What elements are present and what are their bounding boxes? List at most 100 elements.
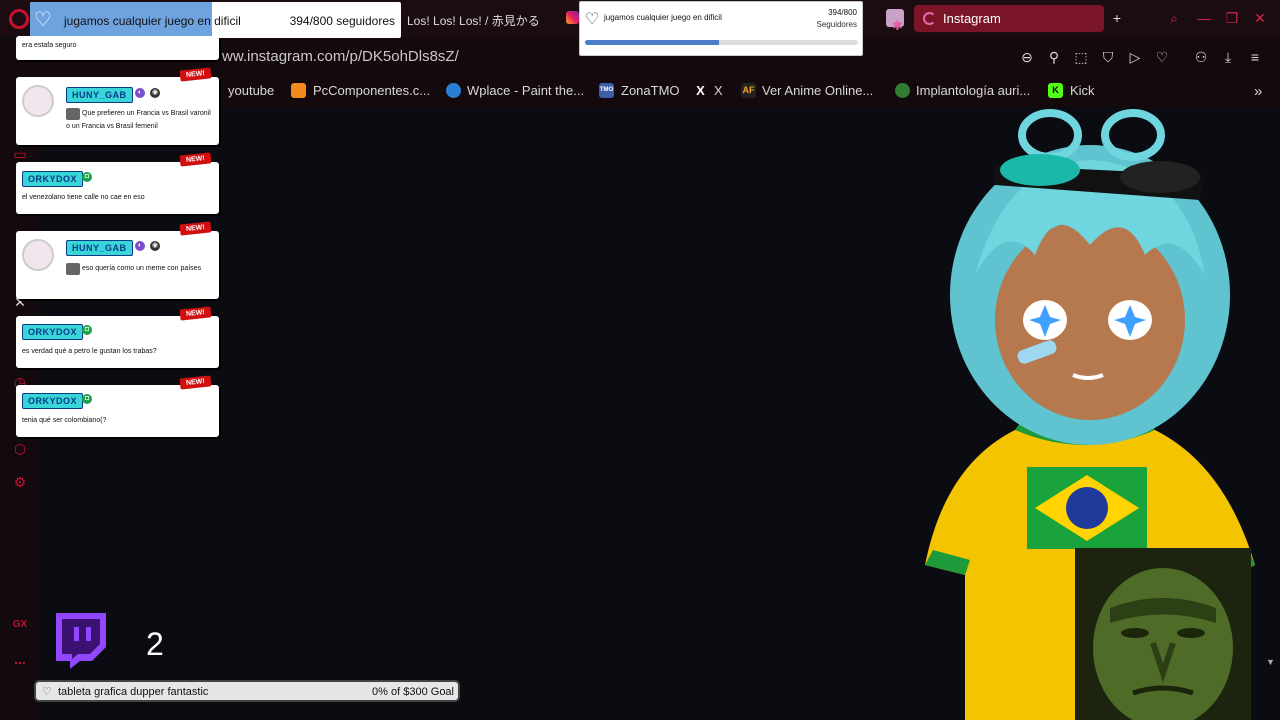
new-tab-button[interactable]: + <box>1109 10 1125 26</box>
avatar <box>22 239 54 271</box>
heart-icon: ♡ <box>34 9 52 31</box>
tab-instagram[interactable]: Instagram <box>914 5 1104 32</box>
more-side-icon[interactable]: ... <box>11 650 29 668</box>
twitch-side-icon[interactable]: ▭ <box>11 145 29 163</box>
bookmarks-overflow-icon[interactable]: » <box>1254 83 1262 100</box>
verified-badge-icon: ◘ <box>82 394 92 404</box>
hair-loop-right <box>1101 109 1165 161</box>
follower-progress-fill <box>585 40 719 45</box>
goal-label: tableta grafica dupper fantastic <box>58 686 209 698</box>
stream-counter: 2 <box>146 626 164 662</box>
goal-amount: 0% of $300 Goal <box>372 686 454 698</box>
close-window-button[interactable]: ✕ <box>1252 10 1268 26</box>
bookmark-pccomponentes[interactable]: PcComponentes.c... <box>313 83 430 98</box>
chat-username: ORKYDOX <box>22 171 84 187</box>
chat-message: NEW! HUNY_GAB ◐ ◉ eso quería como un mem… <box>16 221 219 299</box>
follower-progress-bar <box>585 40 858 45</box>
new-badge: NEW! <box>179 306 212 321</box>
pccomponentes-icon <box>291 83 306 98</box>
chat-message-text: era estafa seguro <box>22 42 77 49</box>
chat-message-text: tenia qué ser colombiano(? <box>22 417 107 424</box>
flag-globe <box>1066 487 1108 529</box>
chat-message: NEW! ORKYDOX ◘ tenia qué ser colombiano(… <box>16 375 219 437</box>
download-icon[interactable]: ⤓ <box>1219 48 1237 66</box>
instagram-favicon-icon[interactable] <box>566 11 579 24</box>
verified-badge-icon: ◘ <box>82 325 92 335</box>
follower-goal-title: jugamos cualquier juego en dificil <box>604 13 722 22</box>
bookmark-wplace[interactable]: Wplace - Paint the... <box>467 83 584 98</box>
cursor-icon: ✱ <box>892 18 903 33</box>
eye-shadow-right <box>1177 628 1205 638</box>
chat-message: NEW! HUNY_GAB ◐ ◉ Que prefieren un Franc… <box>16 67 219 145</box>
zonatmo-icon: TMO <box>599 83 614 98</box>
loading-spinner-icon <box>923 12 936 25</box>
pin-icon[interactable]: ⚲ <box>1045 48 1063 66</box>
chat-message-text: el venezolano tiene calle no cae en eso <box>22 194 145 201</box>
shield-icon[interactable]: ⛉ <box>1099 48 1117 66</box>
verified-badge-icon: ◘ <box>82 172 92 182</box>
follower-goal-title: jugamos cualquier juego en dificil <box>64 14 241 28</box>
chat-username: ORKYDOX <box>22 393 84 409</box>
chat-message: NEW! ORKYDOX ◘ el venezolano tiene calle… <box>16 152 219 214</box>
follower-goal-count: 394/800 seguidores <box>289 14 395 28</box>
chat-message-text: eso quería como un meme con países <box>82 265 202 272</box>
new-badge: NEW! <box>179 375 212 390</box>
follower-goal-count: 394/800 <box>828 8 857 17</box>
animeflv-icon: AF <box>741 83 756 98</box>
bookmark-implantologia[interactable]: Implantología auri... <box>916 83 1030 98</box>
chat-message: NEW! ORKYDOX ◘ es verdad qué a petro le … <box>16 306 219 368</box>
webcam-overlay <box>1075 548 1251 720</box>
mod-badge-icon: ◉ <box>150 88 160 98</box>
chat-message-text: Que prefieren un Francia vs Brasil varon… <box>66 110 211 130</box>
sub-badge-icon: ◐ <box>135 88 145 98</box>
hair-loop-left <box>1018 109 1082 161</box>
heart-icon: ♡ <box>585 11 600 28</box>
chat-message-text: es verdad qué a petro le gustan los trab… <box>22 348 157 355</box>
minimize-button[interactable]: — <box>1196 10 1212 26</box>
bookmark-kick[interactable]: Kick <box>1070 83 1095 98</box>
snapshot-icon[interactable]: ⬚ <box>1072 48 1090 66</box>
tab-instagram-label: Instagram <box>943 11 1001 26</box>
implantologia-icon <box>895 83 910 98</box>
url-field[interactable]: ww.instagram.com/p/DK5ohDls8sZ/ <box>222 48 459 65</box>
follower-goal-widget-small: ♡ jugamos cualquier juego en dificil 394… <box>579 1 863 56</box>
new-badge: NEW! <box>179 221 212 236</box>
scroll-down-icon[interactable]: ▼ <box>1266 657 1275 667</box>
x-logo-icon: X <box>696 83 705 98</box>
new-badge: NEW! <box>179 152 212 167</box>
sub-badge-icon: ◐ <box>135 241 145 251</box>
gx-control-icon[interactable]: GX <box>11 616 29 634</box>
follower-goal-unit: Seguidores <box>816 20 857 29</box>
tab-los-los-los[interactable]: Los! Los! Los! / 赤見かる <box>407 12 540 29</box>
chat-username: HUNY_GAB <box>66 240 133 256</box>
follower-goal-widget: ♡ jugamos cualquier juego en dificil 394… <box>30 2 401 38</box>
chat-username: ORKYDOX <box>22 324 84 340</box>
profile-icon[interactable]: ⚇ <box>1192 48 1210 66</box>
search-tabs-icon[interactable]: ⌕ <box>1166 10 1182 26</box>
zoom-icon[interactable]: ⊖ <box>1018 48 1036 66</box>
bookmark-ver-anime[interactable]: Ver Anime Online... <box>762 83 873 98</box>
sunglasses-lens-left <box>1000 154 1080 186</box>
bookmark-x[interactable]: X <box>714 83 723 98</box>
maximize-button[interactable]: ❐ <box>1224 10 1240 26</box>
bookmark-zonatmo[interactable]: ZonaTMO <box>621 83 680 98</box>
heart-icon[interactable]: ♡ <box>1153 48 1171 66</box>
sunglasses-lens-right <box>1120 161 1200 193</box>
heart-icon: ♡ <box>42 686 52 698</box>
kick-icon: K <box>1048 83 1063 98</box>
donation-goal-bar: ♡ tableta grafica dupper fantastic 0% of… <box>34 680 460 702</box>
eye-shadow-left <box>1121 628 1149 638</box>
bookmark-youtube[interactable]: youtube <box>228 83 274 98</box>
new-badge: NEW! <box>179 67 212 82</box>
chat-username: HUNY_GAB <box>66 87 133 103</box>
twitch-logo-icon <box>56 613 106 669</box>
chat-message: era estafa seguro <box>16 36 219 60</box>
avatar <box>22 85 54 117</box>
menu-icon[interactable]: ≡ <box>1246 48 1264 66</box>
play-icon[interactable]: ▷ <box>1126 48 1144 66</box>
globe-icon <box>446 83 461 98</box>
settings-side-icon[interactable]: ⚙ <box>11 473 29 491</box>
mod-badge-icon: ◉ <box>150 241 160 251</box>
extensions-side-icon[interactable]: ⬡ <box>11 440 29 458</box>
opera-logo-icon[interactable] <box>9 9 29 29</box>
